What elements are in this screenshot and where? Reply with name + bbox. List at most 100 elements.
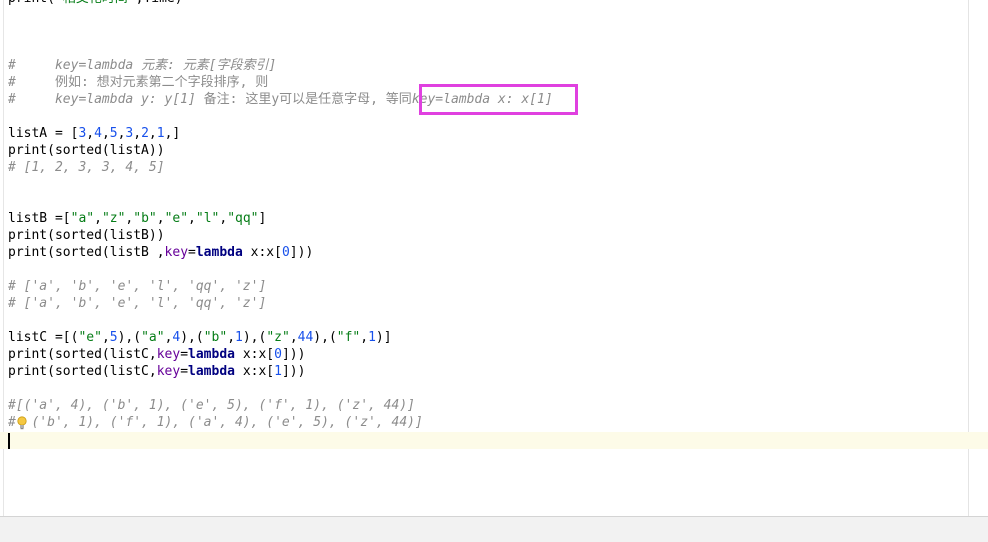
code-token: lambda [195, 245, 243, 260]
lightbulb-icon[interactable] [16, 416, 28, 430]
code-line[interactable]: listC =[("e",5),("a",4),("b",1),("z",44)… [8, 329, 392, 346]
status-bar [0, 516, 988, 542]
code-token: key [164, 245, 189, 260]
code-line[interactable]: # [1, 2, 3, 3, 4, 5] [8, 159, 165, 176]
code-token: , [101, 126, 110, 141]
code-token: # key=lambda y: y[1] [8, 92, 204, 107]
code-token: = [180, 347, 189, 362]
code-token: "e" [78, 330, 102, 345]
code-token: ),( [313, 330, 337, 345]
code-token: )] [375, 330, 392, 345]
current-line-highlight [0, 432, 988, 449]
code-token: 1 [368, 330, 376, 345]
code-token: "a" [141, 330, 165, 345]
code-token: print(sorted(listB , [8, 245, 165, 260]
code-token: 元素: 元素[字段索引] [141, 58, 277, 73]
annotation-highlight-box [419, 84, 578, 115]
code-line[interactable]: print(sorted(listA)) [8, 142, 165, 159]
code-token: "qq" [227, 211, 259, 226]
code-token: "b" [133, 211, 157, 226]
code-token: # ['a', 'b', 'e', 'l', 'qq', 'z'] [8, 296, 267, 311]
code-token: ])) [281, 364, 306, 379]
code-token: "z" [101, 211, 126, 226]
code-token: 1 [156, 126, 165, 141]
code-token: ),( [180, 330, 204, 345]
code-line[interactable]: print("相交花时间",Time) [8, 0, 183, 7]
code-line[interactable]: print(sorted(listC,key=lambda x:x[1])) [8, 363, 305, 380]
code-token: # key=lambda [8, 58, 142, 73]
code-token: print(sorted(listC, [8, 347, 157, 362]
code-token: "z" [266, 330, 290, 345]
code-token: listB =[ [8, 211, 71, 226]
code-token: # [8, 75, 55, 90]
code-line[interactable]: # key=lambda 元素: 元素[字段索引] [8, 57, 276, 74]
code-token: 0 [274, 347, 282, 362]
code-token: #[('a', 4), ('b', 1), ('e', 5), ('f', 1)… [8, 398, 415, 413]
code-token: ,] [164, 126, 181, 141]
code-token: "l" [195, 211, 220, 226]
code-token: "e" [164, 211, 189, 226]
code-token: , [101, 330, 110, 345]
code-token: , [156, 211, 165, 226]
text-caret [8, 433, 10, 449]
code-token: ] [258, 211, 267, 226]
code-line[interactable]: listA = [3,4,5,3,2,1,] [8, 125, 180, 142]
code-line[interactable]: # ['a', 'b', 'e', 'l', 'qq', 'z'] [8, 278, 266, 295]
code-line[interactable]: print(sorted(listC,key=lambda x:x[0])) [8, 346, 305, 363]
code-token: , [133, 126, 142, 141]
code-token: # ['a', 'b', 'e', 'l', 'qq', 'z'] [8, 279, 267, 294]
code-token: 5 [109, 330, 118, 345]
code-token: print(sorted(listA)) [8, 143, 165, 158]
code-token: ])) [281, 347, 306, 362]
code-token: print(sorted(listC, [8, 364, 157, 379]
code-token: , [227, 330, 236, 345]
code-token: 1 [274, 364, 282, 379]
code-token: 2 [141, 126, 149, 141]
code-token: "a" [70, 211, 95, 226]
code-token: key [156, 347, 181, 362]
code-line[interactable]: #[('a', 4), ('b', 1), ('e', 5), ('f', 1)… [8, 397, 415, 414]
code-token: , [360, 330, 369, 345]
code-token: ])) [289, 245, 314, 260]
code-token: 0 [281, 245, 290, 260]
code-token: x:x[ [242, 245, 282, 260]
code-line[interactable]: # ['a', 'b', 'e', 'l', 'qq', 'z'] [8, 295, 266, 312]
code-token: listC =[( [8, 330, 79, 345]
code-token: print( [8, 0, 55, 6]
code-token: "相交花时间" [55, 0, 136, 6]
code-token: 5 [109, 126, 118, 141]
code-token: , [148, 126, 157, 141]
code-token: , [94, 211, 102, 226]
code-token: , [86, 126, 95, 141]
code-line[interactable]: # 例如: 想对元素第二个字段排序, 则 [8, 74, 268, 91]
code-token: # ('b', 1), ('f', 1), ('a', 4), ('e', 5)… [8, 415, 423, 430]
code-line[interactable]: print(sorted(listB ,key=lambda x:x[0])) [8, 244, 313, 261]
code-token: 例如: 想对元素第二个字段排序, 则 [54, 75, 269, 90]
code-line[interactable]: # ('b', 1), ('f', 1), ('a', 4), ('e', 5)… [8, 414, 423, 431]
code-token: ),( [242, 330, 267, 345]
code-token: = [180, 364, 189, 379]
code-token: x:x[ [235, 347, 275, 362]
code-token: lambda [188, 364, 235, 379]
code-token: = [188, 245, 196, 260]
code-token: , [188, 211, 196, 226]
code-token: x:x[ [235, 364, 275, 379]
code-token: # [1, 2, 3, 3, 4, 5] [8, 160, 165, 175]
code-token: 44 [297, 330, 314, 345]
code-token: 1 [235, 330, 243, 345]
code-token: , [219, 211, 228, 226]
code-token: "b" [203, 330, 228, 345]
code-line[interactable]: print(sorted(listB)) [8, 227, 165, 244]
code-editor[interactable]: print("相交花时间",Time) # key=lambda 元素: 元素[… [0, 0, 988, 516]
code-token: print(sorted(listB)) [8, 228, 165, 243]
code-token: 4 [94, 126, 102, 141]
code-token: "f" [336, 330, 361, 345]
code-token: , [289, 330, 298, 345]
code-token: ),( [117, 330, 142, 345]
code-token: lambda [188, 347, 235, 362]
code-line[interactable]: listB =["a","z","b","e","l","qq"] [8, 210, 266, 227]
code-token: listA = [ [8, 126, 79, 141]
code-token: key [156, 364, 181, 379]
code-token: ,Time) [136, 0, 183, 6]
code-token: 备注: 这里y可以是任意字母, 等同 [203, 92, 412, 107]
